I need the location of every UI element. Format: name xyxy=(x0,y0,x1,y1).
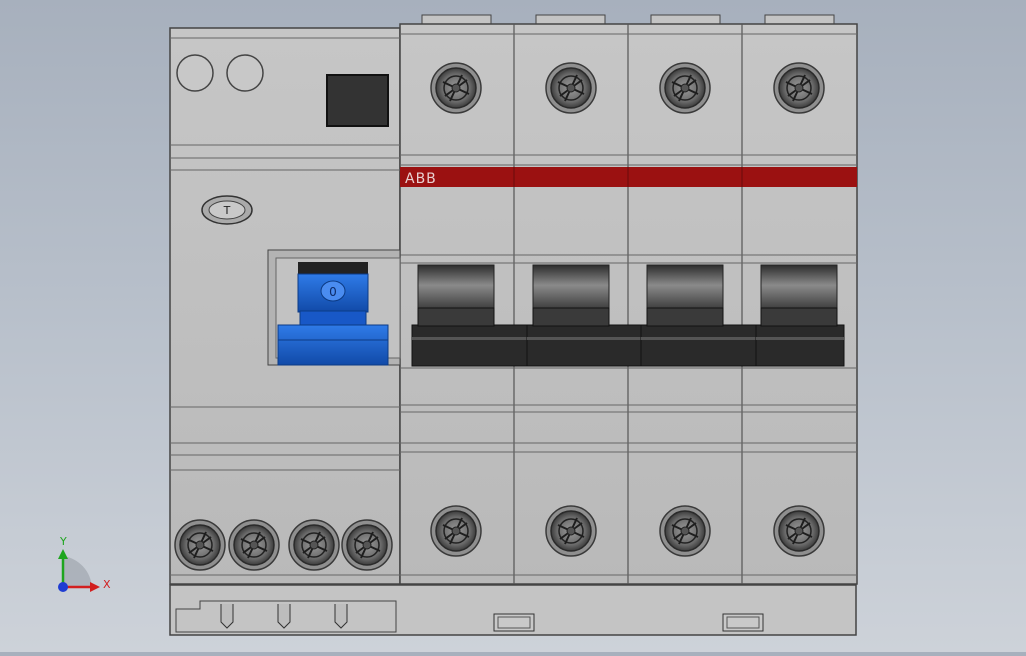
terminal-screw xyxy=(430,505,482,557)
rcd-handle[interactable]: 0 xyxy=(267,249,401,366)
terminal-screw xyxy=(659,505,711,557)
terminal-screw xyxy=(174,519,226,571)
z-axis-dot xyxy=(58,582,68,592)
indicator-window-right xyxy=(226,54,264,92)
terminal-screw xyxy=(430,62,482,114)
y-axis-label: Y xyxy=(59,535,67,548)
terminal-screw xyxy=(773,505,825,557)
terminal-screw xyxy=(773,62,825,114)
terminal-screw xyxy=(228,519,280,571)
terminal-screw xyxy=(288,519,340,571)
terminal-screw xyxy=(341,519,393,571)
indicator-window-left xyxy=(176,54,214,92)
cad-viewport[interactable]: T 0 ABB X Y xyxy=(0,0,1026,652)
x-axis-label: X xyxy=(103,578,111,591)
test-button[interactable]: T xyxy=(201,195,253,225)
brand-logo: ABB xyxy=(405,171,437,187)
circuit-breaker-model[interactable]: T 0 ABB xyxy=(169,14,858,636)
terminal-screw xyxy=(545,505,597,557)
terminal-screw xyxy=(545,62,597,114)
terminal-screw xyxy=(659,62,711,114)
test-button-label: T xyxy=(223,204,231,217)
axis-triad: X Y xyxy=(58,535,111,592)
rating-label-window xyxy=(326,74,389,127)
handle-label: 0 xyxy=(329,285,337,299)
din-rail-base xyxy=(169,584,857,636)
pole-handle xyxy=(755,264,845,367)
